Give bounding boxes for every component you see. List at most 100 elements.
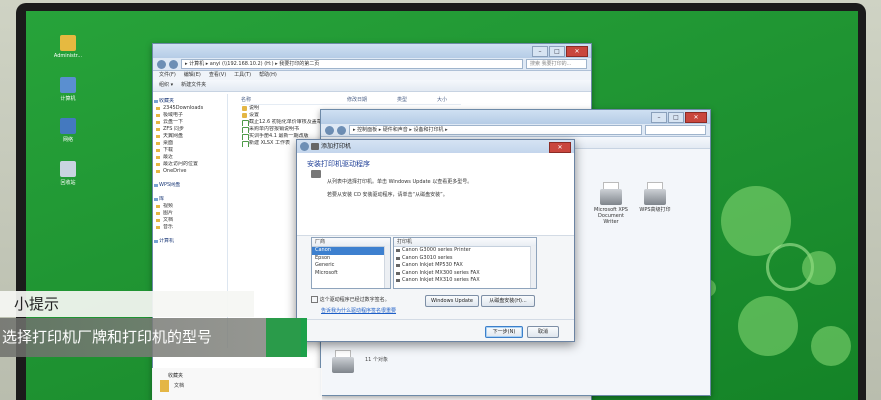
- sidebar-item[interactable]: OneDrive: [153, 168, 227, 175]
- sidebar-item[interactable]: 最近访问的位置: [153, 161, 227, 168]
- sidebar-item[interactable]: 库: [153, 196, 227, 203]
- search-input[interactable]: [645, 125, 706, 135]
- desktop-icon-label: 计算机: [60, 96, 76, 102]
- explorer-toolbar: 组织 ▾ 新建文件夹: [153, 80, 591, 92]
- menu-file[interactable]: 文件(F): [159, 71, 176, 80]
- address-field[interactable]: ▸ 计算机 ▸ anyi (\\192.168.10.2) (H:) ▸ 我要打…: [181, 59, 523, 69]
- desktop-icon-computer[interactable]: 计算机: [50, 77, 86, 102]
- sidebar-item[interactable]: 桌面: [153, 140, 227, 147]
- printer-model-item[interactable]: Canon Inkjet MP530 FAX: [394, 262, 536, 270]
- printer-device[interactable]: Microsoft XPS Document Writer: [593, 182, 629, 225]
- sidebar-item[interactable]: 云盘一下: [153, 119, 227, 126]
- tip-body: 选择打印机厂牌和打印机的型号: [0, 318, 302, 357]
- back-icon[interactable]: [325, 125, 334, 135]
- next-button[interactable]: 下一步(N): [485, 326, 523, 338]
- column-type[interactable]: 类型: [397, 96, 437, 104]
- printer-device-selected[interactable]: [329, 350, 357, 373]
- file-list-header: 名称 修改日期 类型 大小: [241, 96, 461, 105]
- desktop-icon-admin[interactable]: Administr...: [50, 35, 86, 59]
- minimize-button[interactable]: –: [651, 112, 667, 123]
- address-field[interactable]: ▸ 控制面板 ▸ 硬件和声音 ▸ 设备和打印机 ▸: [349, 125, 642, 135]
- sidebar-item[interactable]: ZFS 同步: [153, 126, 227, 133]
- column-size[interactable]: 大小: [437, 96, 461, 104]
- menu-tools[interactable]: 工具(T): [234, 71, 251, 80]
- printer-device[interactable]: WPS高级打印: [637, 182, 673, 213]
- sidebar-item[interactable]: 收藏夹: [153, 98, 227, 105]
- sidebar-item[interactable]: 文档: [153, 217, 227, 224]
- printer-icon: [311, 170, 321, 178]
- column-date[interactable]: 修改日期: [347, 96, 397, 104]
- desktop-icon-recycle[interactable]: 回收站: [50, 161, 86, 186]
- search-input[interactable]: 搜索 我要打印的...: [526, 59, 587, 69]
- printer-label: Microsoft XPS Document Writer: [594, 207, 628, 225]
- sidebar-item[interactable]: 极域电子: [153, 112, 227, 119]
- maximize-button[interactable]: □: [549, 46, 565, 57]
- desktop-icon-network[interactable]: 网络: [50, 118, 86, 143]
- forward-icon[interactable]: [337, 125, 346, 135]
- sidebar-item[interactable]: 天翼网盘: [153, 133, 227, 140]
- signing-link[interactable]: 告诉我为什么驱动程序签名很重要: [321, 307, 396, 314]
- sidebar-item[interactable]: 下载: [153, 147, 227, 154]
- printer-icon: [332, 357, 354, 373]
- dialog-footer-divider: [297, 319, 574, 320]
- explorer-titlebar[interactable]: – □ ✕: [153, 44, 591, 58]
- menu-help[interactable]: 帮助(H): [259, 71, 277, 80]
- sidebar-item[interactable]: 2345Downloads: [153, 105, 227, 112]
- scrollbar[interactable]: [384, 246, 390, 288]
- forward-icon[interactable]: [169, 59, 178, 69]
- dialog-titlebar[interactable]: 添加打印机 ✕: [297, 140, 574, 153]
- menu-view[interactable]: 查看(V): [209, 71, 226, 80]
- printer-model-list[interactable]: 打印机 Canon G3000 series Printer Canon G30…: [393, 237, 537, 289]
- menu-edit[interactable]: 编辑(E): [184, 71, 201, 80]
- sidebar-item[interactable]: 视频: [153, 203, 227, 210]
- printer-icon: [311, 143, 319, 150]
- close-button[interactable]: ✕: [566, 46, 588, 57]
- cancel-button[interactable]: 取消: [527, 326, 559, 338]
- printer-model-header: 打印机: [394, 238, 536, 247]
- sidebar-item[interactable]: 最近: [153, 154, 227, 161]
- sidebar-item[interactable]: WPS网盘: [153, 182, 227, 189]
- windows-update-button[interactable]: Windows Update: [425, 295, 479, 307]
- manufacturer-item[interactable]: Microsoft: [312, 270, 390, 278]
- bottom-folder-label[interactable]: 收藏夹: [168, 372, 183, 379]
- sidebar-item[interactable]: 图片: [153, 210, 227, 217]
- scrollbar[interactable]: [530, 246, 536, 288]
- dialog-instruction: 若要从安装 CD 安装驱动程序，请单击“从磁盘安装”。: [327, 192, 448, 198]
- manufacturer-item[interactable]: Canon: [312, 247, 390, 255]
- maximize-button[interactable]: □: [668, 112, 684, 123]
- computer-icon: [60, 77, 76, 93]
- wallpaper-deco: [738, 296, 798, 356]
- printer-model-item[interactable]: Canon G3010 series: [394, 255, 536, 263]
- window-controls: – □ ✕: [532, 46, 588, 57]
- close-button[interactable]: ✕: [549, 142, 571, 153]
- printer-model-item[interactable]: Canon G3000 series Printer: [394, 247, 536, 255]
- network-icon: [60, 118, 76, 134]
- minimize-button[interactable]: –: [532, 46, 548, 57]
- dialog-instruction: 从列表中选择打印机。单击 Windows Update 以查看更多型号。: [327, 179, 473, 185]
- manufacturer-item[interactable]: Epson: [312, 255, 390, 263]
- desktop-icon-label: 网络: [62, 137, 73, 143]
- sidebar-item[interactable]: 计算机: [153, 238, 227, 245]
- printer-label: WPS高级打印: [639, 207, 671, 213]
- have-disk-button[interactable]: 从磁盘安装(H)...: [481, 295, 535, 307]
- organize-button[interactable]: 组织 ▾: [159, 80, 173, 91]
- column-name[interactable]: 名称: [241, 96, 347, 104]
- back-icon[interactable]: [300, 142, 309, 151]
- printer-model-item[interactable]: Canon Inkjet MX300 series FAX: [394, 270, 536, 278]
- printers-titlebar[interactable]: – □ ✕: [321, 110, 710, 124]
- desktop-icon-label: 回收站: [60, 180, 76, 186]
- dialog-title: 添加打印机: [321, 143, 352, 150]
- signed-check-icon: [311, 296, 318, 303]
- explorer-address-bar: ▸ 计算机 ▸ anyi (\\192.168.10.2) (H:) ▸ 我要打…: [153, 58, 591, 71]
- back-icon[interactable]: [157, 59, 166, 69]
- close-button[interactable]: ✕: [685, 112, 707, 123]
- new-folder-button[interactable]: 新建文件夹: [181, 80, 206, 91]
- tip-title: 小提示: [0, 291, 254, 317]
- printer-model-item[interactable]: Canon Inkjet MX310 series FAX: [394, 277, 536, 285]
- printers-address-bar: ▸ 控制面板 ▸ 硬件和声音 ▸ 设备和打印机 ▸: [321, 124, 710, 137]
- printer-icon: [644, 189, 666, 205]
- manufacturer-item[interactable]: Generic: [312, 262, 390, 270]
- sidebar-item[interactable]: 音乐: [153, 224, 227, 231]
- manufacturer-list[interactable]: 厂商 Canon Epson Generic Microsoft: [311, 237, 391, 289]
- bottom-sub-label[interactable]: 文档: [174, 382, 184, 389]
